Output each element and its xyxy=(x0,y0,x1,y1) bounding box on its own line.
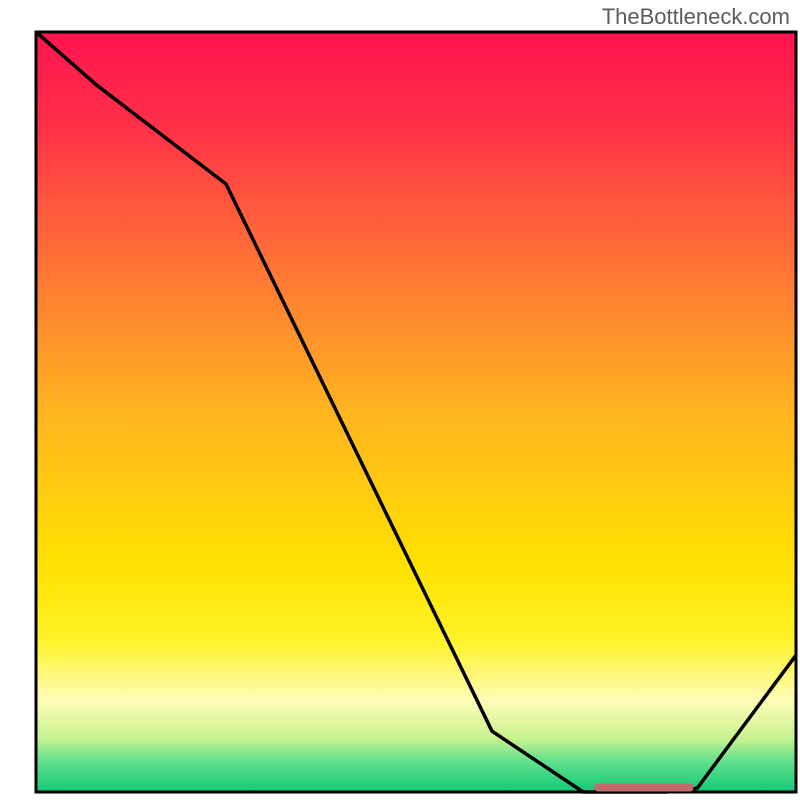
watermark-text: TheBottleneck.com xyxy=(602,4,790,30)
chart-svg xyxy=(0,0,800,800)
heat-gradient-bg xyxy=(36,32,796,792)
bottleneck-chart: TheBottleneck.com xyxy=(0,0,800,800)
optimal-marker xyxy=(595,783,694,791)
